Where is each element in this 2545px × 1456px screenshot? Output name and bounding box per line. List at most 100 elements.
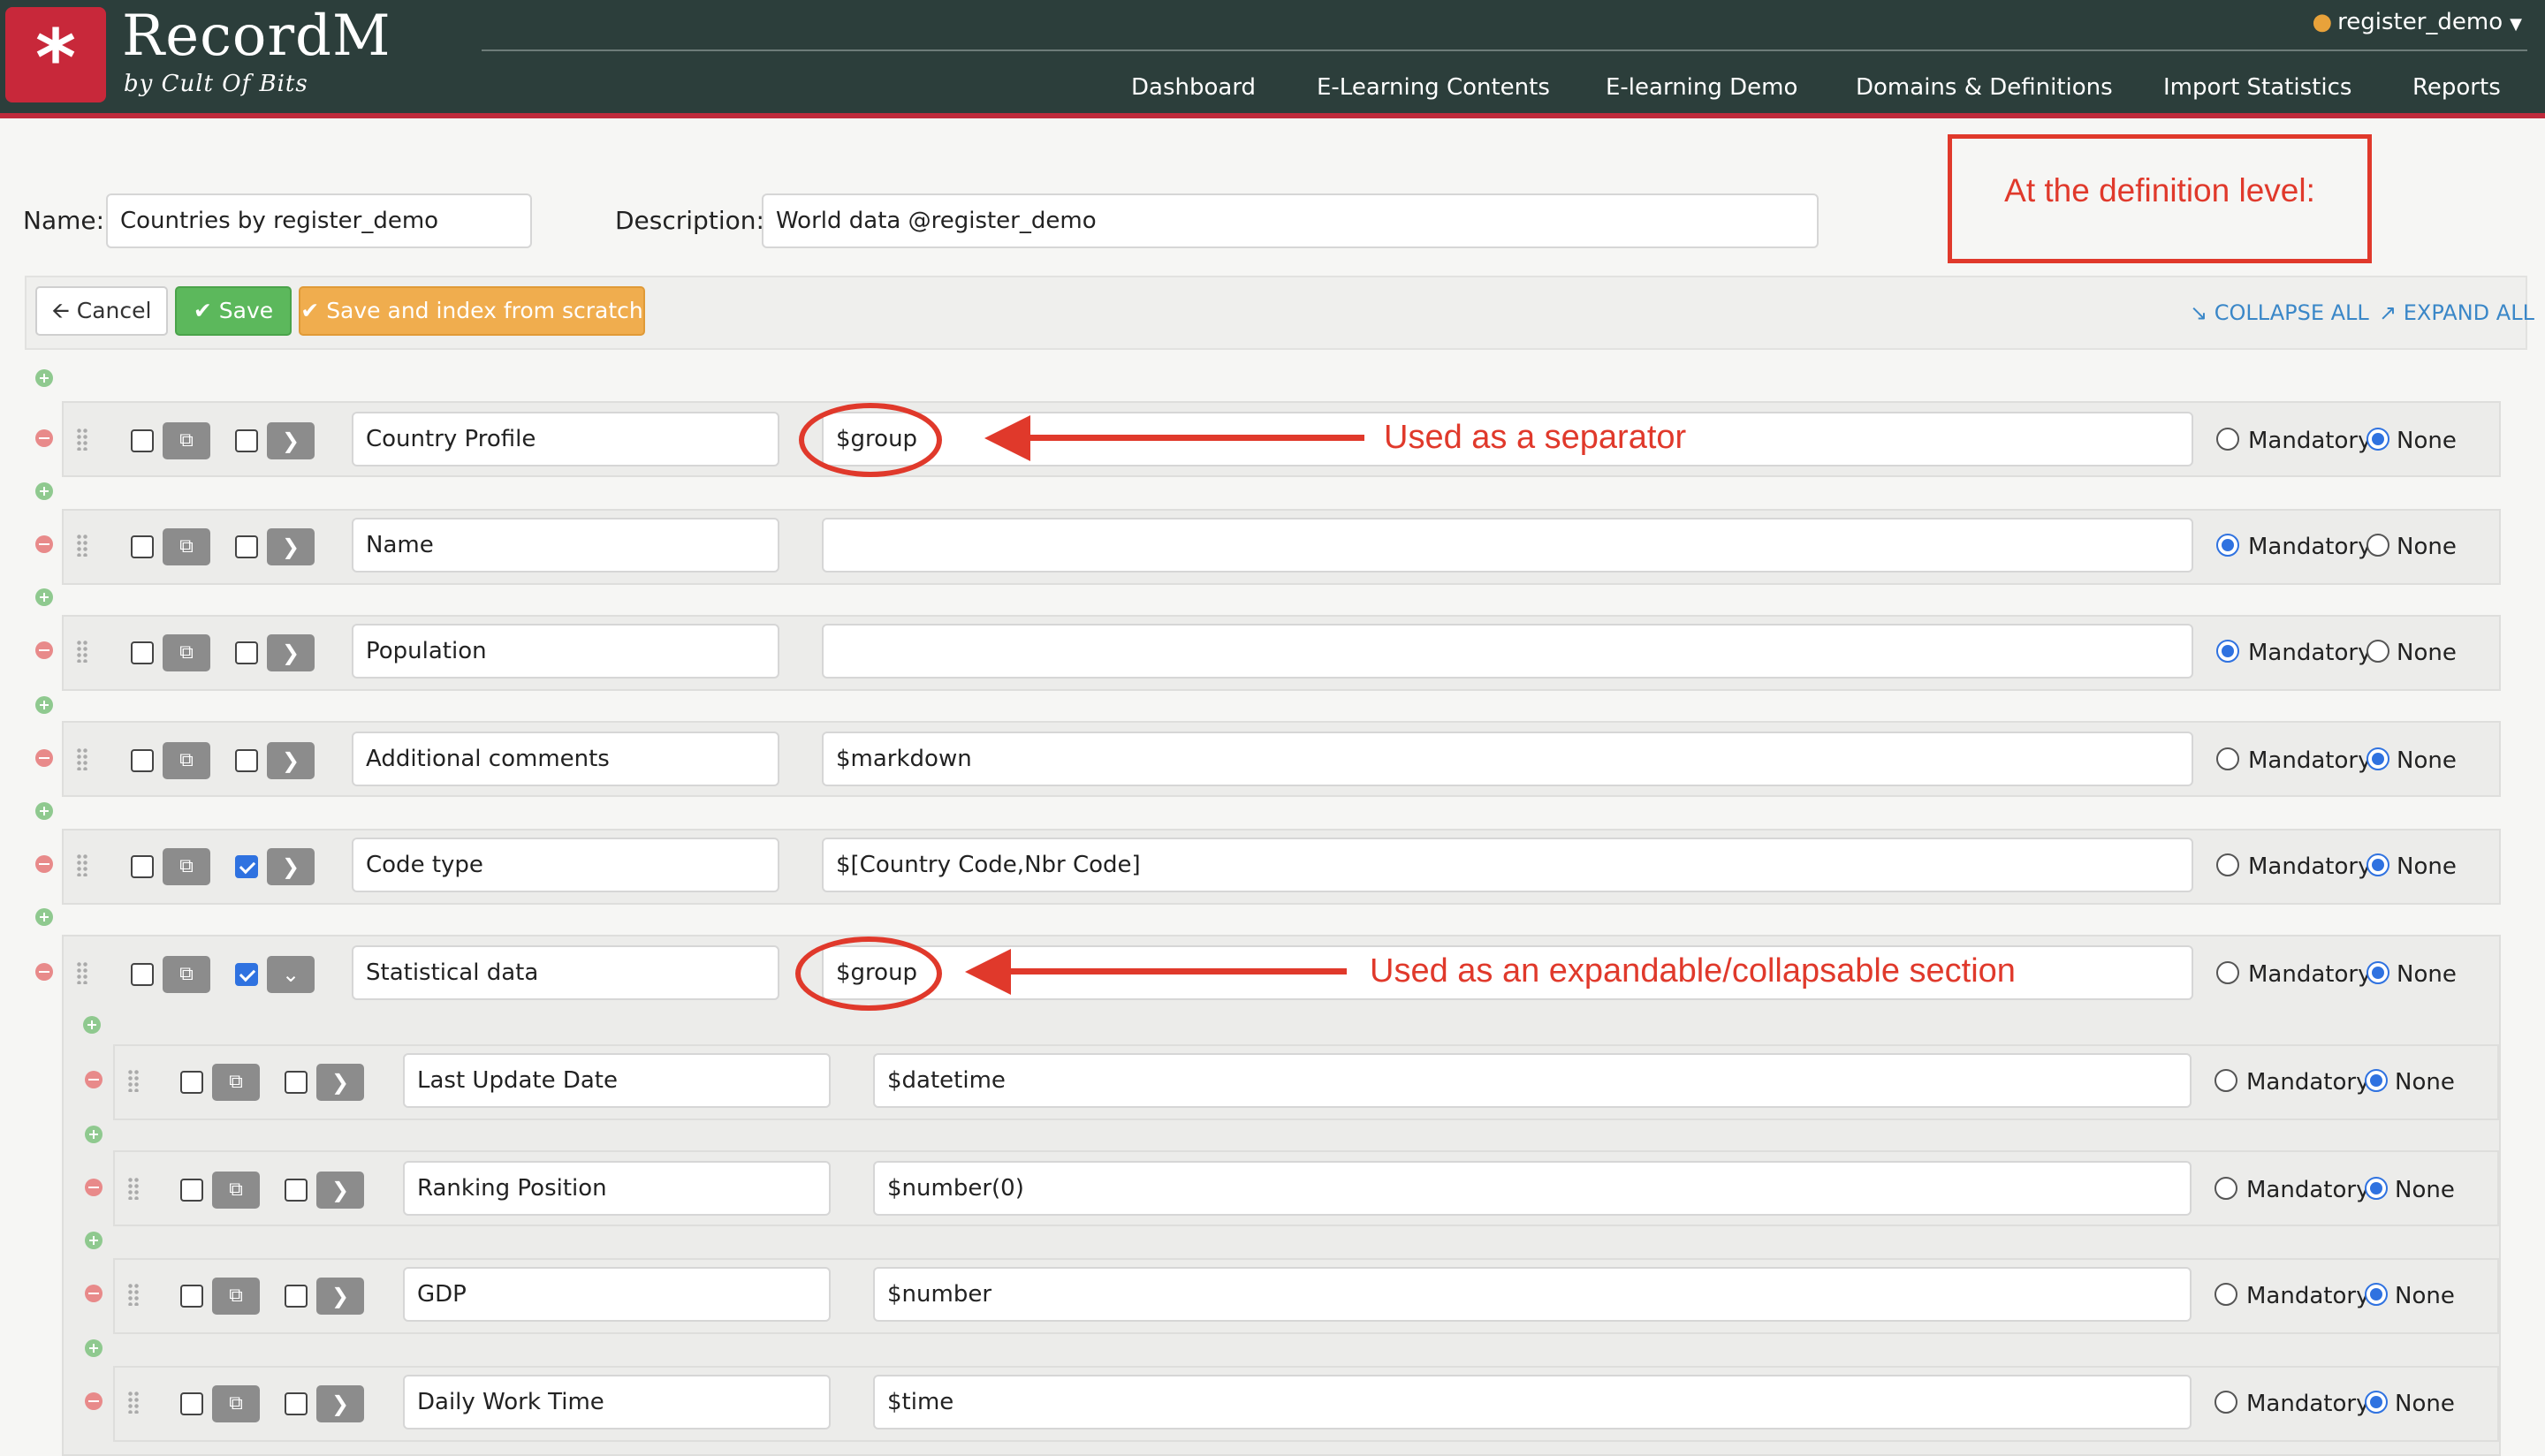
field-name-input[interactable]: Ranking Position: [403, 1161, 831, 1216]
nav-import-statistics[interactable]: Import Statistics: [2163, 74, 2351, 101]
remove-field-button[interactable]: [35, 855, 53, 873]
field-description-input[interactable]: $datetime: [873, 1053, 2192, 1108]
chevron-right-icon[interactable]: ❯: [316, 1385, 364, 1422]
add-field-button[interactable]: [83, 1016, 101, 1034]
field-description-input[interactable]: [822, 624, 2193, 679]
drag-handle-icon[interactable]: [127, 1069, 140, 1092]
drag-handle-icon[interactable]: [76, 428, 88, 451]
field-name-input[interactable]: Statistical data: [352, 945, 779, 1000]
mandatory-radio[interactable]: [2215, 1391, 2237, 1414]
cancel-button[interactable]: 🡨 Cancel: [35, 286, 168, 336]
copy-icon[interactable]: ⧉: [163, 848, 210, 885]
field-select-checkbox[interactable]: [180, 1285, 203, 1308]
field-select-checkbox[interactable]: [180, 1392, 203, 1415]
field-toggle-checkbox[interactable]: [285, 1392, 308, 1415]
field-select-checkbox[interactable]: [131, 429, 154, 452]
none-radio[interactable]: [2366, 961, 2389, 984]
remove-field-button[interactable]: [85, 1071, 103, 1088]
add-field-button[interactable]: [35, 802, 53, 820]
field-description-input[interactable]: $markdown: [822, 732, 2193, 786]
drag-handle-icon[interactable]: [127, 1391, 140, 1414]
add-field-button[interactable]: [85, 1126, 103, 1143]
description-input[interactable]: World data @register_demo: [762, 193, 1819, 248]
field-select-checkbox[interactable]: [131, 641, 154, 664]
none-radio[interactable]: [2365, 1283, 2388, 1306]
field-description-input[interactable]: $[Country Code,Nbr Code]: [822, 838, 2193, 892]
remove-field-button[interactable]: [85, 1285, 103, 1302]
nav-reports[interactable]: Reports: [2412, 74, 2501, 101]
field-toggle-checkbox[interactable]: [285, 1285, 308, 1308]
chevron-right-icon[interactable]: ❯: [267, 848, 315, 885]
field-name-input[interactable]: Additional comments: [352, 732, 779, 786]
field-name-input[interactable]: Last Update Date: [403, 1053, 831, 1108]
field-name-input[interactable]: Code type: [352, 838, 779, 892]
drag-handle-icon[interactable]: [76, 534, 88, 557]
none-radio[interactable]: [2366, 747, 2389, 770]
none-radio[interactable]: [2365, 1069, 2388, 1092]
chevron-right-icon[interactable]: ❯: [316, 1172, 364, 1209]
copy-icon[interactable]: ⧉: [163, 528, 210, 565]
chevron-right-icon[interactable]: ❯: [267, 634, 315, 671]
add-field-button[interactable]: [35, 588, 53, 606]
field-select-checkbox[interactable]: [180, 1071, 203, 1094]
nav-elearning-contents[interactable]: E-Learning Contents: [1317, 74, 1550, 101]
field-toggle-checkbox[interactable]: [235, 429, 258, 452]
chevron-right-icon[interactable]: ❯: [267, 528, 315, 565]
add-field-button[interactable]: [35, 482, 53, 500]
chevron-right-icon[interactable]: ❯: [316, 1064, 364, 1101]
field-name-input[interactable]: Name: [352, 518, 779, 573]
field-description-input[interactable]: $number: [873, 1267, 2192, 1322]
mandatory-radio[interactable]: [2216, 640, 2239, 663]
nav-domains-definitions[interactable]: Domains & Definitions: [1856, 74, 2113, 101]
mandatory-radio[interactable]: [2216, 961, 2239, 984]
field-name-input[interactable]: GDP: [403, 1267, 831, 1322]
field-toggle-checkbox[interactable]: [235, 855, 258, 878]
collapse-all-link[interactable]: ↘ COLLAPSE ALL: [2190, 300, 2369, 325]
copy-icon[interactable]: ⧉: [212, 1385, 260, 1422]
remove-field-button[interactable]: [35, 963, 53, 981]
copy-icon[interactable]: ⧉: [212, 1278, 260, 1315]
none-radio[interactable]: [2365, 1177, 2388, 1200]
add-field-button[interactable]: [85, 1339, 103, 1357]
copy-icon[interactable]: ⧉: [212, 1172, 260, 1209]
add-field-button[interactable]: [35, 908, 53, 926]
field-description-input[interactable]: $number(0): [873, 1161, 2192, 1216]
mandatory-radio[interactable]: [2215, 1177, 2237, 1200]
mandatory-radio[interactable]: [2216, 853, 2239, 876]
copy-icon[interactable]: ⧉: [163, 422, 210, 459]
none-radio[interactable]: [2366, 428, 2389, 451]
field-toggle-checkbox[interactable]: [235, 963, 258, 986]
drag-handle-icon[interactable]: [76, 961, 88, 984]
save-index-button[interactable]: ✔ Save and index from scratch: [299, 286, 645, 336]
field-select-checkbox[interactable]: [131, 855, 154, 878]
mandatory-radio[interactable]: [2215, 1283, 2237, 1306]
copy-icon[interactable]: ⧉: [212, 1064, 260, 1101]
field-name-input[interactable]: Country Profile: [352, 412, 779, 466]
none-radio[interactable]: [2365, 1391, 2388, 1414]
user-menu[interactable]: ● register_demo ▼: [2312, 9, 2522, 35]
field-name-input[interactable]: Daily Work Time: [403, 1375, 831, 1429]
remove-field-button[interactable]: [85, 1392, 103, 1410]
none-radio[interactable]: [2366, 534, 2389, 557]
mandatory-radio[interactable]: [2216, 534, 2239, 557]
drag-handle-icon[interactable]: [76, 853, 88, 876]
remove-field-button[interactable]: [85, 1179, 103, 1196]
field-select-checkbox[interactable]: [131, 749, 154, 772]
field-toggle-checkbox[interactable]: [235, 749, 258, 772]
copy-icon[interactable]: ⧉: [163, 634, 210, 671]
chevron-right-icon[interactable]: ❯: [267, 742, 315, 779]
remove-field-button[interactable]: [35, 535, 53, 553]
field-toggle-checkbox[interactable]: [235, 641, 258, 664]
field-description-input[interactable]: [822, 518, 2193, 573]
save-button[interactable]: ✔ Save: [175, 286, 292, 336]
field-description-input[interactable]: $time: [873, 1375, 2192, 1429]
field-select-checkbox[interactable]: [131, 963, 154, 986]
remove-field-button[interactable]: [35, 641, 53, 659]
add-field-button[interactable]: [35, 696, 53, 714]
field-toggle-checkbox[interactable]: [235, 535, 258, 558]
chevron-right-icon[interactable]: ❯: [267, 422, 315, 459]
chevron-right-icon[interactable]: ❯: [316, 1278, 364, 1315]
drag-handle-icon[interactable]: [127, 1283, 140, 1306]
field-toggle-checkbox[interactable]: [285, 1071, 308, 1094]
drag-handle-icon[interactable]: [127, 1177, 140, 1200]
